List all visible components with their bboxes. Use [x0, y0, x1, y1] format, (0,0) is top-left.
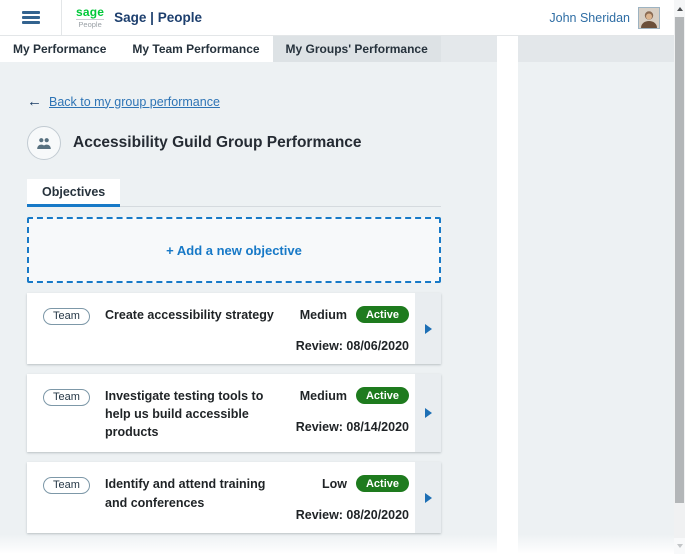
priority-label: Medium — [300, 389, 347, 403]
objective-title: Investigate testing tools to help us bui… — [103, 387, 287, 441]
vertical-scrollbar[interactable] — [674, 0, 685, 554]
team-badge: Team — [43, 389, 90, 406]
add-objective-label: + Add a new objective — [166, 243, 302, 258]
group-icon-circle — [27, 126, 61, 160]
app-title: Sage | People — [114, 10, 202, 25]
performance-tabbar: My Performance My Team Performance My Gr… — [0, 36, 497, 62]
user-name-link[interactable]: John Sheridan — [549, 11, 630, 25]
right-panel — [518, 36, 674, 554]
app-header: sage People Sage | People John Sheridan — [0, 0, 685, 36]
back-link-label: Back to my group performance — [49, 95, 220, 109]
logo-brand-text: sage — [76, 6, 104, 18]
scroll-up-button[interactable] — [674, 0, 685, 17]
objective-card-body: Team Investigate testing tools to help u… — [27, 374, 415, 452]
add-objective-button[interactable]: + Add a new objective — [27, 217, 441, 283]
group-people-icon — [36, 137, 52, 150]
tab-my-groups-performance[interactable]: My Groups' Performance — [273, 36, 441, 62]
objective-card[interactable]: Team Identify and attend training and co… — [27, 462, 441, 533]
review-date: Review: 08/06/2020 — [296, 339, 409, 353]
status-badge: Active — [356, 306, 409, 323]
review-date: Review: 08/14/2020 — [296, 420, 409, 434]
status-badge: Active — [356, 475, 409, 492]
hamburger-menu-button[interactable] — [0, 0, 62, 35]
chevron-right-icon — [425, 324, 432, 334]
status-badge: Active — [356, 387, 409, 404]
chevron-right-icon — [425, 408, 432, 418]
right-panel-band — [518, 36, 674, 62]
page-title: Accessibility Guild Group Performance — [73, 134, 362, 152]
logo-sub-text: People — [76, 21, 104, 29]
objective-card-body: Team Identify and attend training and co… — [27, 462, 415, 533]
team-badge: Team — [43, 477, 90, 494]
back-arrow-icon: ← — [27, 94, 42, 109]
user-avatar[interactable] — [638, 7, 660, 29]
open-objective-button[interactable] — [415, 462, 441, 533]
scrollbar-thumb[interactable] — [675, 17, 684, 503]
scope-column: Team — [43, 475, 103, 522]
tab-objectives[interactable]: Objectives — [27, 179, 120, 207]
open-objective-button[interactable] — [415, 374, 441, 452]
scope-column: Team — [43, 306, 103, 353]
scope-column: Team — [43, 387, 103, 441]
objective-card-body: Team Create accessibility strategy Mediu… — [27, 293, 415, 364]
hamburger-icon — [22, 9, 40, 27]
objective-card[interactable]: Team Create accessibility strategy Mediu… — [27, 293, 441, 364]
back-link[interactable]: ← Back to my group performance — [27, 94, 220, 109]
subtab-row: Objectives — [27, 179, 441, 207]
objective-title: Create accessibility strategy — [103, 306, 287, 353]
scroll-up-icon — [677, 7, 683, 11]
objective-meta: Low Active Review: 08/20/2020 — [287, 475, 409, 522]
column-gap — [497, 36, 518, 554]
open-objective-button[interactable] — [415, 293, 441, 364]
scroll-down-icon — [677, 544, 683, 548]
page-title-row: Accessibility Guild Group Performance — [27, 126, 441, 160]
main-column: My Performance My Team Performance My Gr… — [0, 36, 497, 554]
objective-meta: Medium Active Review: 08/14/2020 — [287, 387, 409, 441]
avatar-photo — [639, 8, 659, 28]
objective-title: Identify and attend training and confere… — [103, 475, 287, 522]
priority-label: Low — [322, 477, 347, 491]
page-body: My Performance My Team Performance My Gr… — [0, 36, 685, 554]
objective-meta: Medium Active Review: 08/06/2020 — [287, 306, 409, 353]
chevron-right-icon — [425, 493, 432, 503]
sage-people-logo: sage People — [76, 6, 104, 29]
tab-my-team-performance[interactable]: My Team Performance — [119, 36, 272, 62]
scroll-down-button[interactable] — [674, 538, 685, 554]
right-panel-body — [518, 62, 674, 554]
review-date: Review: 08/20/2020 — [296, 508, 409, 522]
priority-label: Medium — [300, 308, 347, 322]
tab-my-performance[interactable]: My Performance — [0, 36, 119, 62]
team-badge: Team — [43, 308, 90, 325]
objective-card[interactable]: Team Investigate testing tools to help u… — [27, 374, 441, 452]
main-content: ← Back to my group performance Accessibi… — [0, 62, 497, 554]
